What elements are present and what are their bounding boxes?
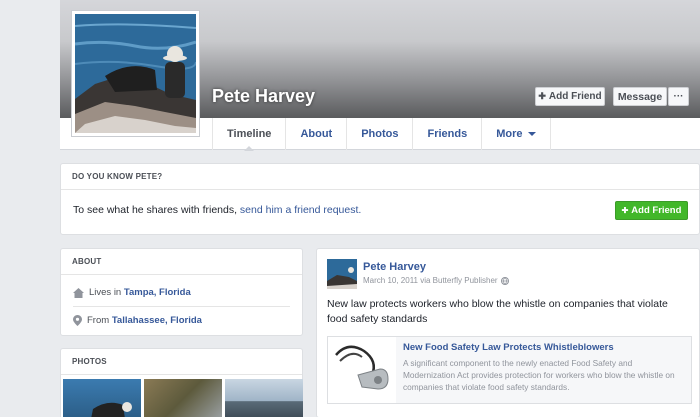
post-timestamp[interactable]: March 10, 2011 via Butterfly Publisher: [363, 276, 498, 285]
about-heading: ABOUT: [61, 249, 302, 275]
from-row: From Tallahassee, Florida: [73, 315, 202, 326]
do-you-know-card: DO YOU KNOW PETE? To see what he shares …: [60, 163, 700, 235]
message-button[interactable]: Message: [613, 87, 667, 106]
about-card: ABOUT Lives in Tampa, Florida From Talla…: [60, 248, 303, 336]
tab-photos[interactable]: Photos: [347, 118, 414, 150]
shared-link-attachment[interactable]: New Food Safety Law Protects Whistleblow…: [327, 336, 692, 404]
profile-tabs: Timeline About Photos Friends More: [212, 118, 551, 151]
message-label: Message: [617, 90, 663, 103]
chevron-down-icon: [527, 132, 536, 136]
lives-in-row: Lives in Tampa, Florida: [73, 287, 191, 298]
photo-thumbnail[interactable]: [63, 379, 141, 417]
do-you-know-heading: DO YOU KNOW PETE?: [61, 164, 699, 190]
tab-about[interactable]: About: [286, 118, 348, 150]
tab-more-label: More: [496, 128, 523, 140]
lives-in-prefix: Lives in: [89, 287, 124, 298]
from-prefix: From: [87, 315, 112, 326]
whistle-icon: [328, 337, 396, 403]
post-text: New law protects workers who blow the wh…: [327, 298, 668, 325]
more-dots-icon: ···: [673, 91, 684, 102]
photos-card: PHOTOS: [60, 348, 303, 417]
home-icon: [73, 287, 84, 298]
tab-about-label: About: [300, 128, 333, 140]
more-options-button[interactable]: ···: [668, 87, 689, 106]
lives-in-link[interactable]: Tampa, Florida: [124, 287, 191, 298]
post-meta: March 10, 2011 via Butterfly Publisher: [363, 276, 509, 285]
add-friend-green-label: Add Friend: [631, 205, 682, 216]
friend-request-link[interactable]: send him a friend request.: [240, 204, 361, 216]
profile-photo-image: [75, 14, 196, 133]
shared-link-thumbnail[interactable]: [328, 337, 396, 403]
photos-heading: PHOTOS: [61, 349, 302, 375]
profile-picture[interactable]: [71, 10, 200, 137]
photo-thumbnail[interactable]: [144, 379, 222, 417]
tab-timeline-label: Timeline: [227, 128, 272, 140]
do-you-know-text: To see what he shares with friends, send…: [73, 204, 361, 216]
add-friend-label: Add Friend: [548, 91, 602, 102]
photo-thumbnails: [63, 379, 303, 417]
post-author-name[interactable]: Pete Harvey: [363, 261, 426, 273]
add-friend-button[interactable]: ✚ Add Friend: [535, 87, 605, 106]
shared-link-title[interactable]: New Food Safety Law Protects Whistleblow…: [403, 342, 614, 353]
add-friend-green-button[interactable]: ✚ Add Friend: [615, 201, 688, 220]
location-pin-icon: [73, 315, 82, 326]
from-link[interactable]: Tallahassee, Florida: [112, 315, 202, 326]
tab-photos-label: Photos: [361, 128, 399, 140]
tab-more[interactable]: More: [482, 118, 551, 150]
tab-friends-label: Friends: [427, 128, 468, 140]
add-friend-icon: ✚: [621, 206, 629, 215]
tab-friends[interactable]: Friends: [413, 118, 483, 150]
post-author-avatar[interactable]: [327, 259, 357, 289]
photo-thumbnail[interactable]: [225, 379, 303, 417]
shared-link-description: A significant component to the newly ena…: [403, 358, 675, 392]
do-you-know-prefix: To see what he shares with friends,: [73, 204, 240, 216]
profile-page: Pete Harvey ✚ Add Friend Message ··· Tim…: [0, 0, 700, 417]
tab-timeline[interactable]: Timeline: [212, 118, 287, 151]
profile-name[interactable]: Pete Harvey: [212, 86, 315, 107]
timeline-post: Pete Harvey March 10, 2011 via Butterfly…: [316, 248, 700, 417]
globe-icon[interactable]: [500, 276, 509, 285]
about-divider: [73, 306, 290, 307]
add-friend-icon: ✚: [538, 91, 546, 101]
